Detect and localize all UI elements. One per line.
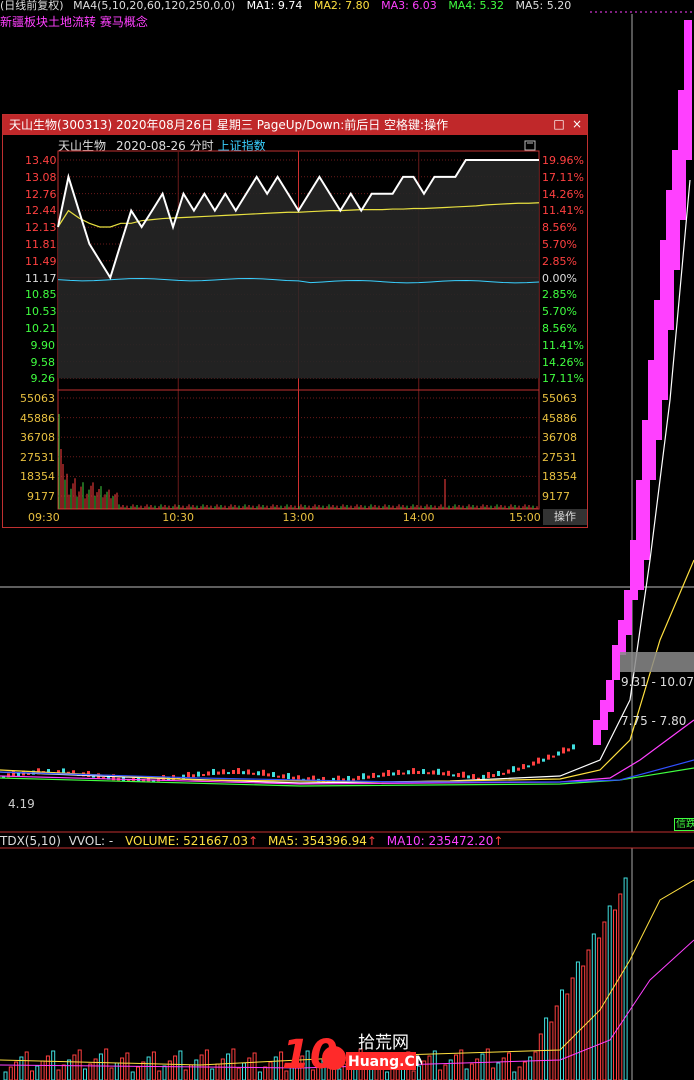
time-axis-label: 13:00 [282,511,315,524]
pct-axis-label: 5.70% [542,238,577,251]
intraday-popup[interactable]: 天山生物(300313) 2020年08月26日 星期三 PageUp/Down… [2,114,588,528]
pct-axis-label: 2.85% [542,288,577,302]
volume-value: VOLUME: 521667.03 [125,834,249,848]
volume-axis-label: 45886 [542,411,577,425]
pct-axis-label: 2.85% [542,254,577,268]
pct-axis-label: 14.26% [542,187,584,201]
price-axis-label: 9.26 [30,372,56,386]
price-range-tag-1: 9.31 - 10.07 [621,675,694,689]
pct-axis-label: 8.56% [542,221,577,235]
volume-axis-label: 36708 [20,431,55,445]
volume-ma5: MA5: 354396.94 [267,834,367,848]
time-axis-label: 14:00 [402,511,435,524]
time-axis-label: 15:00 [509,511,541,524]
volume-axis-label: 18354 [20,470,55,484]
price-axis-label: 9.90 [30,338,56,352]
pct-axis-label: 17.11% [542,372,584,386]
tdx-label[interactable]: TDX(5,10) [0,834,61,848]
vvol-label: VVOL: - [68,834,114,848]
price-axis-label: 11.17 [25,271,57,285]
pct-axis-label: 11.41% [542,204,584,218]
price-axis-label: 12.76 [25,187,57,201]
watermark-logo: 10 拾荒网 Huang.CN [282,1032,422,1078]
volume-axis-label: 45886 [20,411,55,425]
time-axis-label: 09:30 [28,511,60,524]
price-axis-label: 12.13 [25,221,57,235]
volume-indicator-header: TDX(5,10) VVOL: - VOLUME: 521667.03↑ MA5… [0,834,504,848]
pct-axis-label: 19.96% [542,154,584,167]
volume-axis-label: 55063 [542,392,577,405]
pct-axis-label: 0.00% [542,271,577,285]
price-highlight [620,652,694,672]
price-axis-label: 13.08 [25,170,57,184]
price-axis-label: 10.85 [25,288,57,302]
price-axis-label: 13.40 [25,154,57,167]
signal-badge[interactable]: 信跌 [674,818,694,831]
price-axis-label: 11.81 [25,238,57,251]
pct-axis-label: 14.26% [542,355,584,369]
price-axis-label: 10.21 [25,322,57,335]
pct-axis-label: 11.41% [542,338,584,352]
low-price-label: 4.19 [8,797,35,811]
volume-axis-label: 9177 [542,490,570,503]
price-axis-label: 11.49 [25,254,57,268]
volume-axis-label: 18354 [542,470,577,484]
pct-axis-label: 8.56% [542,322,577,335]
price-range-tag-2: 7.75 - 7.80 [621,714,687,728]
pct-axis-label: 5.70% [542,305,577,319]
price-axis-label: 9.58 [30,355,56,369]
pct-axis-label: 17.11% [542,170,584,184]
watermark-en: Huang.CN [348,1054,422,1070]
intraday-chart[interactable] [3,115,589,529]
volume-axis-label: 27531 [20,450,55,464]
volume-axis-label: 55063 [20,392,55,405]
volume-axis-label: 9177 [27,490,55,503]
operate-button[interactable]: 操作 [543,509,587,525]
price-axis-label: 10.53 [25,305,57,319]
volume-axis-label: 27531 [542,450,577,464]
watermark-cn: 拾荒网 [358,1033,409,1053]
panel-toggle-icon [524,140,536,151]
volume-axis-label: 36708 [542,431,577,445]
volume-ma10: MA10: 235472.20 [386,834,494,848]
time-axis-label: 10:30 [162,511,194,524]
price-axis-label: 12.44 [25,204,57,218]
